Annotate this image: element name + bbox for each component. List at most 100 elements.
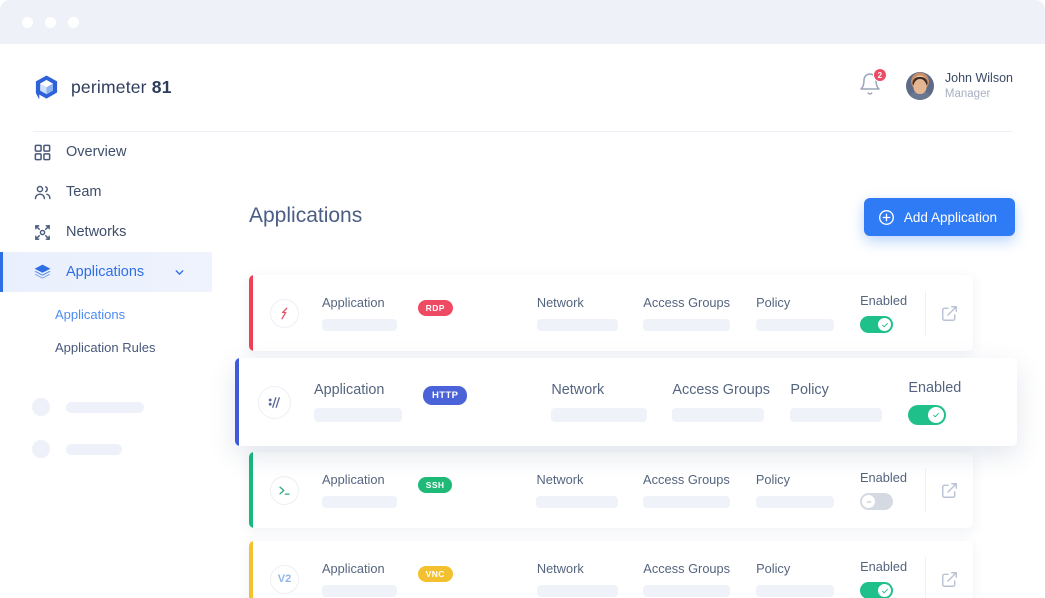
column-label-access-groups: Access Groups [643, 295, 731, 310]
sidebar-placeholder-item [0, 428, 212, 470]
window-controls [22, 17, 79, 28]
notification-badge: 2 [872, 68, 887, 83]
external-link-icon [941, 571, 957, 587]
value-placeholder [643, 496, 730, 508]
user-name: John Wilson [944, 71, 1013, 85]
brand-word: perimeter [71, 77, 147, 97]
enabled-toggle[interactable] [908, 404, 947, 425]
open-application-button[interactable] [925, 304, 973, 323]
enabled-toggle[interactable] [860, 316, 894, 333]
cell-access-groups: Access Groups [643, 472, 730, 508]
sidebar-item-label: Team [66, 184, 102, 200]
toggle-knob [878, 584, 892, 597]
sidebar-placeholder-item [0, 386, 212, 428]
cell-policy: Policy [756, 295, 835, 331]
value-placeholder [643, 585, 731, 597]
maximize-button[interactable] [68, 17, 79, 28]
sidebar-item-overview[interactable]: Overview [0, 132, 212, 172]
perimeter81-logo-icon [35, 75, 58, 100]
brand-logo[interactable]: perimeter 81 [33, 74, 172, 101]
vnc-icon: V2 [270, 564, 299, 594]
value-placeholder [322, 496, 397, 508]
cell-network: Network [551, 382, 648, 422]
cell-enabled: Enabled [860, 559, 924, 598]
value-placeholder [314, 408, 402, 422]
chevron-down-icon[interactable] [173, 266, 186, 279]
sidebar-placeholder-group [0, 386, 212, 470]
table-row[interactable]: Application RDP Network Access Groups Po… [249, 275, 973, 351]
top-bar: perimeter 81 2 John Wilson Manager [0, 44, 1045, 131]
cell-network: Network [536, 472, 619, 508]
column-label-network: Network [536, 295, 584, 310]
main-content: Applications Add Application Application… [212, 132, 1045, 598]
open-application-button[interactable] [925, 570, 973, 589]
table-row[interactable]: Application SSH Network Access Groups Po… [249, 452, 973, 528]
value-placeholder [756, 319, 835, 331]
close-button[interactable] [22, 17, 33, 28]
cell-network: Network [536, 561, 619, 597]
sidebar-subitem-application-rules[interactable]: Application Rules [0, 331, 212, 364]
protocol-badge: RDP [417, 300, 453, 316]
table-row[interactable]: V2 Application VNC Network Access Groups [249, 541, 973, 598]
check-icon [933, 412, 940, 417]
column-label-access-groups: Access Groups [672, 382, 770, 398]
plus-circle-icon [878, 209, 894, 225]
vnc-glyph: V2 [277, 573, 292, 585]
application-shell: perimeter 81 2 John Wilson Manager Overv… [0, 44, 1045, 598]
value-placeholder [322, 585, 397, 597]
table-row[interactable]: Application HTTP Network Access Groups P… [235, 358, 1017, 446]
sidebar-item-networks[interactable]: Networks [0, 212, 212, 252]
value-placeholder [756, 585, 835, 597]
sidebar-item-team[interactable]: Team [0, 172, 212, 212]
value-placeholder [536, 585, 619, 597]
enabled-toggle[interactable] [860, 582, 894, 598]
placeholder-bar [66, 443, 122, 455]
open-application-button[interactable] [925, 481, 973, 500]
value-placeholder [322, 319, 397, 331]
column-label-application: Application [322, 472, 385, 487]
column-label-access-groups: Access Groups [643, 561, 731, 576]
column-label-policy: Policy [755, 472, 790, 487]
sidebar-item-applications[interactable]: Applications [0, 252, 212, 292]
notifications-button[interactable]: 2 [858, 68, 887, 100]
placeholder-bar [66, 401, 144, 413]
toggle-knob [862, 495, 875, 508]
user-menu[interactable]: John Wilson Manager [905, 70, 1013, 102]
layers-icon [34, 264, 51, 279]
column-label-enabled: Enabled [860, 559, 908, 574]
cell-access-groups: Access Groups [672, 382, 770, 422]
row-accent-bar [249, 541, 253, 598]
cell-access-groups: Access Groups [643, 561, 731, 597]
value-placeholder [790, 408, 883, 422]
check-icon [881, 588, 888, 593]
value-placeholder [672, 408, 765, 422]
cell-policy: Policy [790, 382, 883, 422]
minimize-button[interactable] [45, 17, 56, 28]
brand-number: 81 [151, 77, 172, 97]
cell-application: Application [322, 295, 397, 331]
cell-policy: Policy [755, 472, 834, 508]
placeholder-circle [32, 398, 50, 416]
value-placeholder [536, 319, 619, 331]
sidebar-item-label: Applications [66, 264, 145, 280]
top-bar-actions: 2 John Wilson Manager [858, 68, 1013, 102]
column-label-application: Application [322, 295, 385, 310]
enabled-toggle[interactable] [860, 493, 893, 510]
user-role: Manager [944, 87, 991, 100]
column-label-policy: Policy [756, 295, 791, 310]
external-link-icon [941, 305, 957, 321]
window-titlebar [0, 0, 1045, 44]
sidebar-subnav: Applications Application Rules [0, 292, 212, 364]
value-placeholder [643, 319, 731, 331]
column-label-application: Application [322, 561, 385, 576]
ssh-icon [270, 475, 299, 505]
toggle-knob [878, 318, 892, 331]
column-label-network: Network [551, 382, 605, 398]
value-placeholder [755, 496, 834, 508]
value-placeholder [551, 408, 648, 422]
sidebar-subitem-applications[interactable]: Applications [0, 298, 212, 331]
cell-application: Application [322, 561, 397, 597]
column-label-access-groups: Access Groups [643, 472, 730, 487]
avatar [905, 72, 934, 101]
add-application-button[interactable]: Add Application [863, 198, 1015, 236]
